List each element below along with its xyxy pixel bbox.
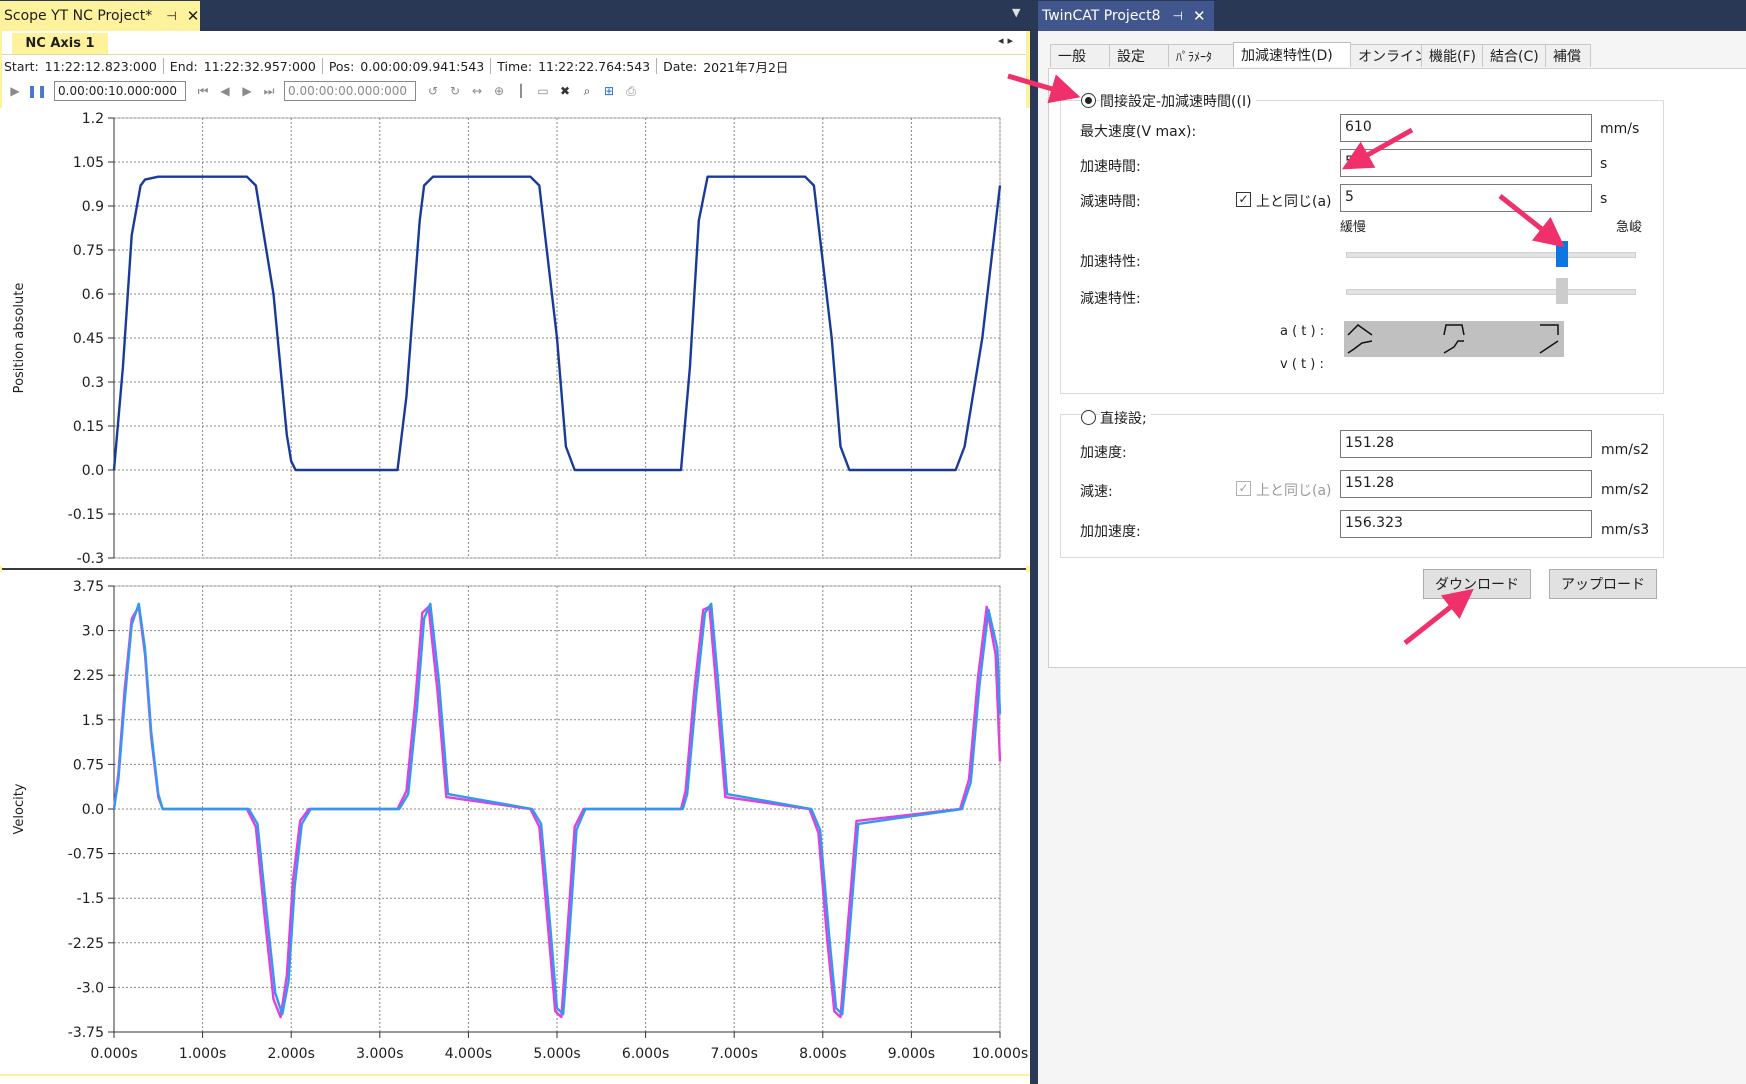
annotation-arrows [1007, 73, 1565, 645]
arrow-acc-slider [1498, 194, 1565, 248]
arrow-download [1403, 588, 1474, 645]
annotation-layer [1007, 73, 1565, 645]
arrow-acc-time [1341, 127, 1414, 170]
arrow-indirect-radio [1007, 73, 1081, 104]
